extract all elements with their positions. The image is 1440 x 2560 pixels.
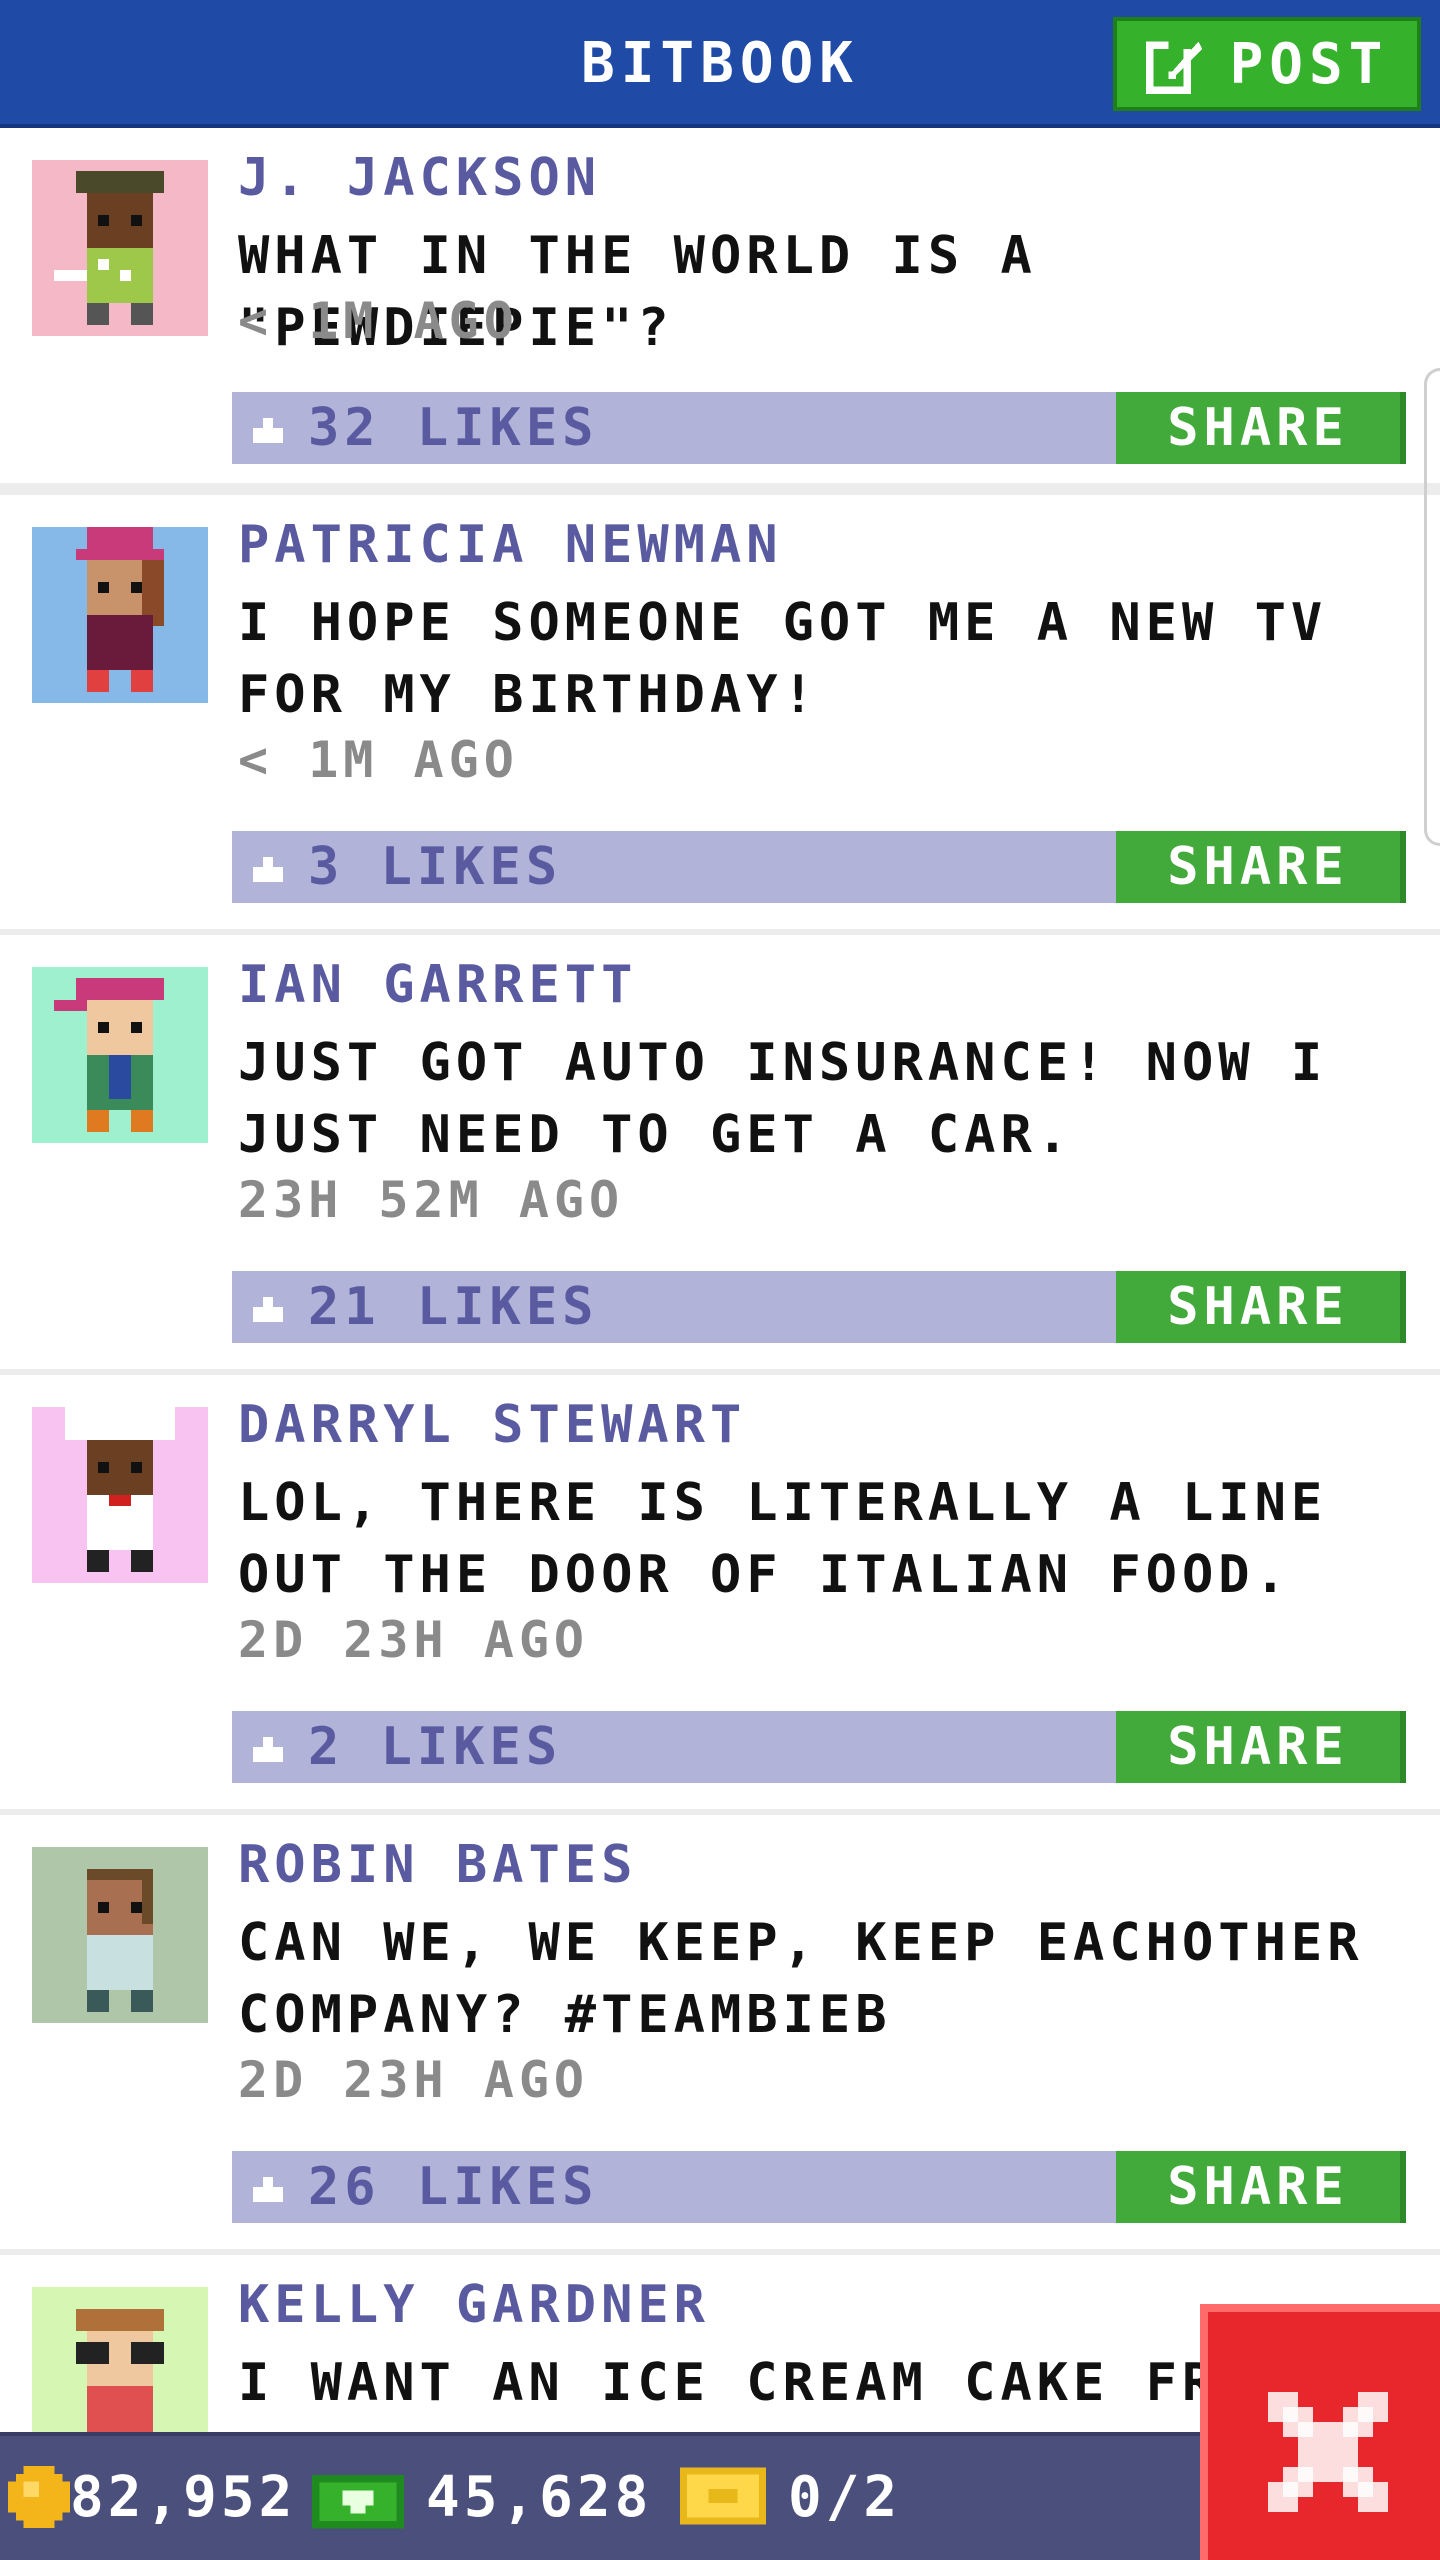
post-author[interactable]: DARRYL STEWART	[238, 1395, 746, 1455]
avatar	[32, 160, 208, 336]
post-author[interactable]: IAN GARRETT	[238, 955, 637, 1015]
share-button[interactable]: SHARE	[1116, 1711, 1406, 1783]
feed-post: ROBIN BATES CAN WE, WE KEEP, KEEP EACHOT…	[0, 1815, 1440, 2249]
post-author[interactable]: J. JACKSON	[238, 148, 601, 208]
post-timestamp: 2D 23H AGO	[238, 2051, 590, 2109]
avatar	[32, 1407, 208, 1583]
like-bar[interactable]: 2 LIKES SHARE	[232, 1711, 1406, 1783]
coins-count: 82,952	[70, 2465, 297, 2530]
likes-count: 26 LIKES	[308, 2157, 599, 2217]
thumbs-up-icon	[253, 2177, 283, 2202]
post-text: LOL, THERE IS LITERALLY A LINE OUT THE D…	[238, 1473, 1328, 1605]
post-timestamp: < 1M AGO	[238, 292, 519, 350]
avatar	[32, 967, 208, 1143]
post-text: I HOPE SOMEONE GOT ME A NEW TV FOR MY BI…	[238, 593, 1328, 725]
thumbs-up-icon	[253, 1737, 283, 1762]
likes-count: 2 LIKES	[308, 1717, 563, 1777]
post-timestamp: < 1M AGO	[238, 731, 519, 789]
likes-count: 21 LIKES	[308, 1277, 599, 1337]
post-button[interactable]: POST	[1113, 17, 1421, 111]
feed-post: IAN GARRETT JUST GOT AUTO INSURANCE! NOW…	[0, 935, 1440, 1369]
thumbs-up-icon	[253, 418, 283, 443]
post-button-label: POST	[1229, 31, 1389, 97]
like-bar[interactable]: 32 LIKES SHARE	[232, 392, 1406, 464]
scroll-indicator[interactable]	[1424, 368, 1440, 846]
like-bar[interactable]: 21 LIKES SHARE	[232, 1271, 1406, 1343]
share-button[interactable]: SHARE	[1116, 1271, 1406, 1343]
like-bar[interactable]: 3 LIKES SHARE	[232, 831, 1406, 903]
avatar	[32, 1847, 208, 2023]
post-author[interactable]: ROBIN BATES	[238, 1835, 637, 1895]
post-timestamp: 23H 52M AGO	[238, 1171, 625, 1229]
avatar	[32, 527, 208, 703]
share-button[interactable]: SHARE	[1116, 831, 1406, 903]
tickets-count: 0/2	[788, 2465, 902, 2530]
app-header: BITBOOK POST	[0, 0, 1440, 128]
close-button[interactable]	[1200, 2304, 1440, 2560]
edit-icon	[1145, 37, 1202, 94]
post-author[interactable]: KELLY GARDNER	[238, 2275, 710, 2335]
share-button[interactable]: SHARE	[1116, 392, 1406, 464]
cash-count: 45,628	[426, 2465, 653, 2530]
feed-post: PATRICIA NEWMAN I HOPE SOMEONE GOT ME A …	[0, 495, 1440, 929]
feed-post: DARRYL STEWART LOL, THERE IS LITERALLY A…	[0, 1375, 1440, 1809]
thumbs-up-icon	[253, 1297, 283, 1322]
coin-icon	[8, 2466, 70, 2528]
close-icon	[1268, 2392, 1388, 2512]
thumbs-up-icon	[253, 857, 283, 882]
likes-count: 3 LIKES	[308, 837, 563, 897]
likes-count: 32 LIKES	[308, 398, 599, 458]
post-author[interactable]: PATRICIA NEWMAN	[238, 515, 783, 575]
share-button[interactable]: SHARE	[1116, 2151, 1406, 2223]
post-text: CAN WE, WE KEEP, KEEP EACHOTHER COMPANY?…	[238, 1913, 1364, 2045]
ticket-icon	[680, 2467, 766, 2525]
feed-post: J. JACKSON WHAT IN THE WORLD IS A "PEWDI…	[0, 128, 1440, 483]
like-bar[interactable]: 26 LIKES SHARE	[232, 2151, 1406, 2223]
cash-icon	[312, 2475, 404, 2529]
post-text: JUST GOT AUTO INSURANCE! NOW I JUST NEED…	[238, 1033, 1328, 1165]
post-timestamp: 2D 23H AGO	[238, 1611, 590, 1669]
